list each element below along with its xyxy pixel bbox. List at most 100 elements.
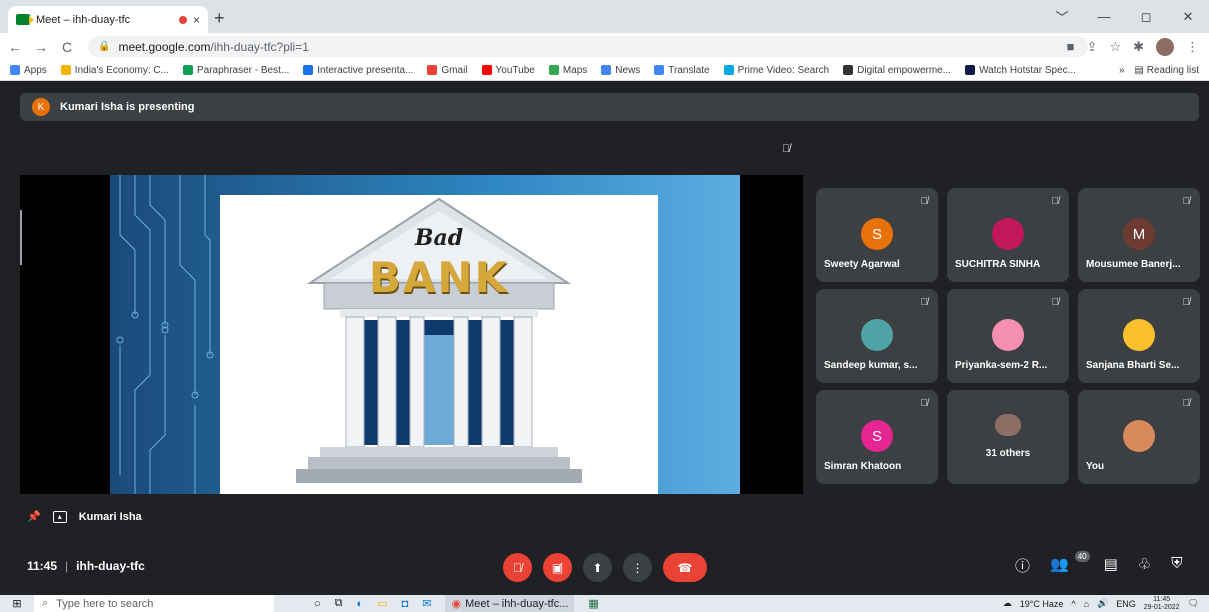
chat-button[interactable]: ▤: [1104, 555, 1118, 576]
avatar-photo: [1123, 420, 1155, 452]
leave-call-button[interactable]: ☎: [663, 553, 707, 582]
reading-list-icon: ▤: [1134, 65, 1144, 76]
bookmark-favicon-icon: [843, 65, 854, 75]
close-window-button[interactable]: ✕: [1167, 9, 1209, 25]
taskbar-chrome-window[interactable]: ◉ Meet – ihh-duay-tfc...: [445, 595, 575, 612]
bookmark-item[interactable]: News: [601, 65, 640, 76]
bookmark-item[interactable]: Apps: [10, 65, 47, 76]
side-controls: ⓘ 👥 40 ▤ ♧ ⛨: [1015, 551, 1183, 576]
windows-start-icon[interactable]: ⊞: [0, 597, 34, 610]
clock[interactable]: 11:45 29-01-2022: [1144, 596, 1180, 612]
bookmark-item[interactable]: Maps: [548, 65, 587, 76]
avatar-photo: [992, 218, 1024, 250]
youtube-icon: [481, 65, 492, 75]
chrome-icon: ◉: [451, 598, 462, 610]
activities-button[interactable]: ♧: [1138, 555, 1151, 576]
bookmark-item[interactable]: Prime Video: Search: [723, 65, 829, 76]
info-icon: ⓘ: [1015, 558, 1031, 575]
more-options-button[interactable]: ⋮: [623, 553, 652, 582]
search-placeholder: Type here to search: [56, 597, 154, 610]
pin-icon[interactable]: 📌: [27, 510, 41, 523]
bookmark-item[interactable]: Watch Hotstar Spec...: [965, 65, 1076, 76]
participant-name: You: [1086, 461, 1105, 472]
minimize-button[interactable]: —: [1083, 9, 1125, 24]
participant-tile[interactable]: 🎙̸ S Sweety Agarwal: [816, 188, 938, 282]
more-bookmarks-button[interactable]: »: [1119, 65, 1125, 76]
reload-icon[interactable]: C: [56, 39, 78, 55]
url-host: meet.google.com: [118, 39, 211, 54]
network-icon[interactable]: ⌂: [1084, 599, 1089, 609]
participant-name: SUCHITRA SINHA: [955, 259, 1041, 270]
participant-tile[interactable]: 🎙̸ SUCHITRA SINHA: [947, 188, 1069, 282]
meeting-details-button[interactable]: ⓘ: [1015, 555, 1030, 576]
tab-close-button[interactable]: ×: [193, 13, 200, 27]
bookmark-item[interactable]: YouTube: [481, 65, 535, 76]
store-icon[interactable]: ◘: [402, 598, 409, 610]
participant-tile[interactable]: 🎙̸ Sanjana Bharti Se...: [1078, 289, 1200, 383]
volume-icon[interactable]: 🔊: [1097, 598, 1108, 609]
new-tab-button[interactable]: +: [214, 8, 225, 29]
bookmark-item[interactable]: Gmail: [427, 65, 468, 76]
more-menu-icon[interactable]: ⋮: [1186, 39, 1199, 55]
chat-icon: ▤: [1103, 556, 1118, 573]
meeting-info: 11:45 | ihh-duay-tfc: [27, 559, 145, 573]
participant-tile[interactable]: 🎙̸ S Simran Khatoon: [816, 390, 938, 484]
others-tile[interactable]: 31 others: [947, 390, 1069, 484]
bookmark-item[interactable]: Interactive presenta...: [303, 65, 413, 76]
mic-off-icon: 🎙̸: [920, 297, 929, 308]
presenting-banner: K Kumari Isha is presenting: [20, 93, 1199, 121]
excel-icon[interactable]: ▦: [588, 597, 598, 610]
maximize-button[interactable]: ◻: [1125, 9, 1167, 25]
tab-search-button[interactable]: ﹀: [1041, 7, 1083, 26]
bookmark-star-icon[interactable]: ☆: [1109, 39, 1121, 55]
meeting-controls-bar: 11:45 | ihh-duay-tfc 🎙̸ ▣̸ ⬆ ⋮ ☎ ⓘ 👥 40 ▤ ♧…: [0, 547, 1209, 587]
participant-tile[interactable]: 🎙̸ Priyanka-sem-2 R...: [947, 289, 1069, 383]
mic-off-icon: 🎙̸: [513, 560, 522, 575]
profile-avatar[interactable]: [1156, 37, 1174, 56]
more-vert-icon: ⋮: [631, 560, 644, 575]
mic-toggle-button[interactable]: 🎙̸: [503, 553, 532, 582]
camera-icon[interactable]: ■: [1067, 39, 1075, 54]
avatar: S: [861, 420, 893, 452]
present-button[interactable]: ⬆: [583, 553, 612, 582]
windows-taskbar: ⊞ ⌕ Type here to search ○ ⧉ ◐ ▭ ◘ ✉ ◉ Mee…: [0, 595, 1209, 612]
bookmark-item[interactable]: Paraphraser - Best...: [182, 65, 289, 76]
forward-arrow-icon[interactable]: →: [30, 39, 52, 55]
mic-off-icon: 🎙̸: [1182, 398, 1191, 409]
url-input[interactable]: 🔒 meet.google.com/ihh-duay-tfc?pli=1: [88, 36, 1088, 57]
browser-tab-strip: Meet – ihh-duay-tfc × + ﹀ — ◻ ✕: [0, 0, 1209, 33]
cortana-icon[interactable]: ○: [314, 598, 321, 610]
taskbar-search-input[interactable]: ⌕ Type here to search: [34, 595, 274, 612]
language-indicator[interactable]: ENG: [1116, 599, 1136, 609]
task-view-icon[interactable]: ⧉: [335, 597, 343, 610]
window-controls: ﹀ — ◻ ✕: [1041, 0, 1209, 33]
notifications-icon[interactable]: 🗨: [1188, 598, 1199, 609]
file-explorer-icon[interactable]: ▭: [377, 597, 387, 610]
stage-scroll-handle[interactable]: [20, 210, 22, 265]
mic-off-icon: 🎙̸: [1182, 297, 1191, 308]
activities-icon: ♧: [1137, 556, 1152, 573]
self-tile[interactable]: 🎙̸ You: [1078, 390, 1200, 484]
weather-text[interactable]: 19°C Haze: [1020, 599, 1064, 609]
participant-tile[interactable]: 🎙̸ Sandeep kumar, s...: [816, 289, 938, 383]
apps-grid-icon: [10, 65, 20, 75]
browser-tab-meet[interactable]: Meet – ihh-duay-tfc ×: [8, 6, 208, 33]
host-controls-button[interactable]: ⛨: [1171, 555, 1182, 576]
bookmark-item[interactable]: Digital empowerme...: [843, 65, 951, 76]
participant-tile[interactable]: 🎙̸ M Mousumee Banerj...: [1078, 188, 1200, 282]
extensions-icon[interactable]: ✱: [1133, 39, 1144, 55]
reading-list-button[interactable]: ▤ Reading list: [1135, 65, 1200, 76]
share-icon[interactable]: ⇪: [1087, 39, 1098, 55]
tray-overflow-icon[interactable]: ^: [1071, 599, 1075, 609]
presentation-stage: Bad BANK: [20, 175, 803, 494]
system-tray: ☁ 19°C Haze ^ ⌂ 🔊 ENG 11:45 29-01-2022 🗨: [1003, 595, 1199, 612]
people-button[interactable]: 👥 40: [1050, 551, 1090, 576]
bookmark-item[interactable]: India's Economy: C...: [60, 65, 169, 76]
slide-content: Bad BANK: [220, 195, 658, 494]
back-arrow-icon[interactable]: ←: [4, 39, 26, 55]
mail-icon[interactable]: ✉: [422, 597, 431, 610]
edge-icon[interactable]: ◐: [357, 598, 364, 610]
bookmarks-right: » ▤ Reading list: [1119, 60, 1199, 81]
bookmark-item[interactable]: Translate: [654, 65, 710, 76]
camera-toggle-button[interactable]: ▣̸: [543, 553, 572, 582]
